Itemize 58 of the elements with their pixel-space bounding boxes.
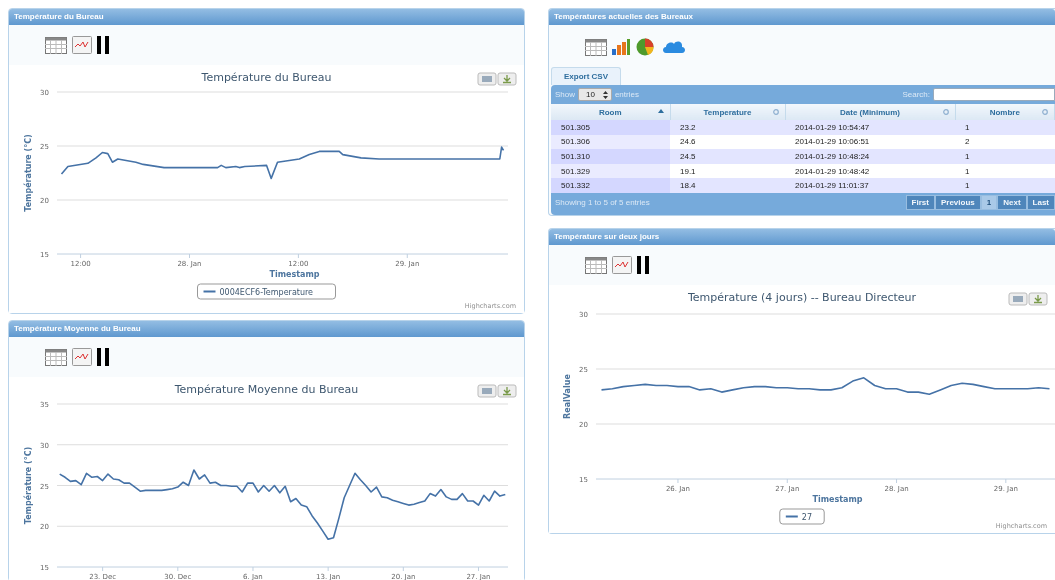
print-button[interactable] xyxy=(1008,292,1028,306)
table-icon[interactable] xyxy=(585,38,607,56)
line-chart-icon[interactable] xyxy=(72,348,92,366)
axis-title: Timestamp xyxy=(812,495,863,504)
table-cell: 2014-01-29 11:01:37 xyxy=(785,178,955,193)
column-header[interactable]: Nombre xyxy=(955,104,1055,120)
table-cell: 2014-01-29 10:54:47 xyxy=(785,120,955,135)
length-label: entries xyxy=(614,90,639,99)
panel-header: Température du Bureau xyxy=(9,9,524,25)
line-chart-icon[interactable] xyxy=(612,256,632,274)
legend-item[interactable]: 27 xyxy=(779,508,825,525)
table-cell: 501.305 xyxy=(551,120,670,135)
print-button[interactable] xyxy=(477,72,497,86)
export-csv-tab[interactable]: Export CSV xyxy=(551,67,621,85)
chart-title: Température (4 jours) -- Bureau Directeur xyxy=(687,291,917,304)
axis-title: Timestamp xyxy=(269,270,320,279)
spinner-icon xyxy=(602,90,608,99)
line-chart-icon[interactable] xyxy=(72,36,92,54)
legend-item[interactable]: 0004ECF6-Temperature xyxy=(197,283,336,300)
axis-title: RealValue xyxy=(563,374,572,419)
table-cell: 24.5 xyxy=(670,149,785,164)
chart-title: Température du Bureau xyxy=(201,71,332,84)
table-cell: 1 xyxy=(955,120,1055,135)
column-header[interactable]: Temperature xyxy=(670,104,785,120)
table-icon[interactable] xyxy=(45,36,67,54)
column-header[interactable]: Room xyxy=(551,104,670,120)
table-info: Showing 1 to 5 of 5 entries xyxy=(555,198,650,208)
axis-title: Température (°C) xyxy=(24,446,33,525)
search-field[interactable] xyxy=(933,88,1055,101)
download-button[interactable] xyxy=(497,384,517,398)
chart-title: Température Moyenne du Bureau xyxy=(174,383,359,396)
table-cell: 1 xyxy=(955,149,1055,164)
table-icon[interactable] xyxy=(45,348,67,366)
legend-label: 27 xyxy=(801,512,812,522)
panel-header: Températures actuelles des Bureaux xyxy=(549,9,1055,25)
legend-label: 0004ECF6-Temperature xyxy=(219,287,314,297)
table-icon[interactable] xyxy=(585,256,607,274)
bar-chart-icon[interactable] xyxy=(612,39,630,55)
download-button[interactable] xyxy=(1028,292,1048,306)
entries-select[interactable]: 10 xyxy=(578,88,612,101)
panel-header: Température sur deux jours xyxy=(549,229,1055,245)
table-cell: 1 xyxy=(955,178,1055,193)
cloud-icon[interactable] xyxy=(662,40,686,54)
panel-header: Température Moyenne du Bureau xyxy=(9,321,524,337)
print-button[interactable] xyxy=(477,384,497,398)
column-header[interactable]: Date (Minimum) xyxy=(785,104,955,120)
pause-icon[interactable] xyxy=(97,36,109,54)
length-label: Show xyxy=(555,90,575,99)
table-cell: 501.310 xyxy=(551,149,670,164)
axis-title: Température (°C) xyxy=(24,134,33,212)
table-cell: 23.2 xyxy=(670,120,785,135)
table-cell: 18.4 xyxy=(670,178,785,193)
table-cell: 501.332 xyxy=(551,178,670,193)
pause-icon[interactable] xyxy=(637,256,649,274)
download-button[interactable] xyxy=(497,72,517,86)
search-label: Search: xyxy=(902,90,930,99)
table-cell: 2014-01-29 10:48:24 xyxy=(785,149,955,164)
pause-icon[interactable] xyxy=(97,348,109,366)
